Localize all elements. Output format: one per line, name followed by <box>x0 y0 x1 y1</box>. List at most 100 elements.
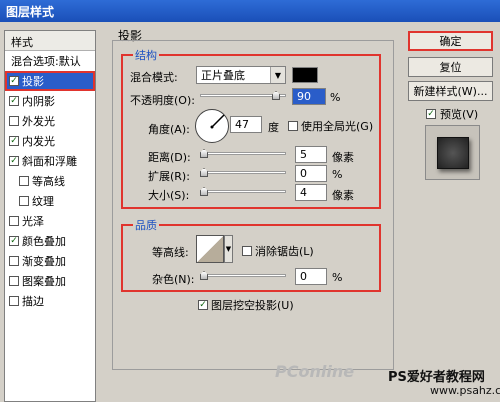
sidebar-item-label: 渐变叠加 <box>22 255 66 268</box>
distance-label: 距离(D): <box>148 151 191 164</box>
size-input[interactable]: 4 <box>295 184 327 201</box>
size-unit: 像素 <box>332 189 354 202</box>
drop-shadow-checkbox[interactable]: ✓ <box>9 76 19 86</box>
sidebar-item-gradient-overlay[interactable]: 渐变叠加 <box>5 251 95 271</box>
sidebar-item-inner-shadow[interactable]: ✓ 内阴影 <box>5 91 95 111</box>
ok-button[interactable]: 确定 <box>408 31 493 51</box>
opacity-input[interactable]: 90 <box>292 88 326 105</box>
knockout-checkbox[interactable]: ✓ <box>198 300 208 310</box>
angle-dial[interactable] <box>195 109 229 143</box>
quality-legend: 品质 <box>133 217 159 233</box>
sidebar-item-label: 斜面和浮雕 <box>22 155 77 168</box>
sidebar-item-outer-glow[interactable]: 外发光 <box>5 111 95 131</box>
sidebar-item-label: 描边 <box>22 295 44 308</box>
antialias-option[interactable]: 消除锯齿(L) <box>242 243 314 259</box>
sidebar-item-color-overlay[interactable]: ✓ 颜色叠加 <box>5 231 95 251</box>
angle-label: 角度(A): <box>148 123 190 136</box>
noise-slider-track <box>200 274 286 277</box>
global-light-option[interactable]: 使用全局光(G) <box>288 118 373 134</box>
sidebar-item-stroke[interactable]: 描边 <box>5 291 95 311</box>
sidebar-item-label: 投影 <box>22 75 44 88</box>
distance-slider[interactable] <box>200 146 288 160</box>
texture-checkbox[interactable] <box>19 196 29 206</box>
sidebar-item-label: 图案叠加 <box>22 275 66 288</box>
contour-label: 等高线: <box>152 246 189 259</box>
opacity-slider[interactable] <box>200 88 288 102</box>
inner-shadow-checkbox[interactable]: ✓ <box>9 96 19 106</box>
distance-unit: 像素 <box>332 151 354 164</box>
antialias-label: 消除锯齿(L) <box>255 245 314 258</box>
angle-needle-icon <box>210 114 225 129</box>
preview-thumbnail <box>436 136 469 169</box>
knockout-option[interactable]: ✓ 图层挖空投影(U) <box>198 297 294 313</box>
spread-slider-track <box>200 171 286 174</box>
contour-picker[interactable] <box>196 235 224 263</box>
sidebar-item-label: 内阴影 <box>22 95 55 108</box>
spread-label: 扩展(R): <box>148 170 190 183</box>
sidebar-item-satin[interactable]: 光泽 <box>5 211 95 231</box>
distance-input[interactable]: 5 <box>295 146 327 163</box>
antialias-checkbox[interactable] <box>242 246 252 256</box>
preview-label: 预览(V) <box>440 108 479 121</box>
sidebar-item-label: 等高线 <box>32 175 65 188</box>
bevel-emboss-checkbox[interactable]: ✓ <box>9 156 19 166</box>
sidebar-item-label: 内发光 <box>22 135 55 148</box>
styles-sidebar: 样式 混合选项:默认 ✓ 投影 ✓ 内阴影 外发光 ✓ 内发光 ✓ 斜面和浮雕 … <box>4 30 96 402</box>
new-style-button[interactable]: 新建样式(W)... <box>408 81 493 101</box>
noise-slider-thumb[interactable] <box>200 271 208 280</box>
blend-mode-label: 混合模式: <box>130 71 178 84</box>
size-slider-track <box>200 190 286 193</box>
sidebar-item-label: 纹理 <box>32 195 54 208</box>
noise-slider[interactable] <box>200 268 288 282</box>
gradient-overlay-checkbox[interactable] <box>9 256 19 266</box>
angle-input[interactable]: 47 <box>230 116 262 133</box>
sidebar-item-texture[interactable]: 纹理 <box>5 191 95 211</box>
distance-slider-thumb[interactable] <box>200 149 208 158</box>
blend-mode-value: 正片叠底 <box>201 69 245 82</box>
noise-label: 杂色(N): <box>152 273 195 286</box>
sidebar-item-blending-options[interactable]: 混合选项:默认 <box>5 51 95 71</box>
sidebar-header: 样式 <box>5 31 95 51</box>
outer-glow-checkbox[interactable] <box>9 116 19 126</box>
pattern-overlay-checkbox[interactable] <box>9 276 19 286</box>
sidebar-item-bevel-emboss[interactable]: ✓ 斜面和浮雕 <box>5 151 95 171</box>
inner-glow-checkbox[interactable]: ✓ <box>9 136 19 146</box>
title-bar: 图层样式 <box>0 0 500 22</box>
sidebar-item-label: 光泽 <box>22 215 44 228</box>
preview-checkbox[interactable]: ✓ <box>426 109 436 119</box>
sidebar-item-contour[interactable]: 等高线 <box>5 171 95 191</box>
pconline-watermark: PConline <box>275 362 355 381</box>
noise-input[interactable]: 0 <box>295 268 327 285</box>
size-label: 大小(S): <box>148 189 190 202</box>
satin-checkbox[interactable] <box>9 216 19 226</box>
preview-option[interactable]: ✓ 预览(V) <box>426 106 478 122</box>
sidebar-item-pattern-overlay[interactable]: 图案叠加 <box>5 271 95 291</box>
stroke-checkbox[interactable] <box>9 296 19 306</box>
shadow-color-swatch[interactable] <box>292 67 318 83</box>
window-title: 图层样式 <box>6 5 55 19</box>
site-watermark: PS爱好者教程网 <box>388 370 485 385</box>
opacity-unit: % <box>330 91 341 104</box>
size-slider[interactable] <box>200 184 288 198</box>
style-preview <box>425 125 480 180</box>
blend-mode-select[interactable]: 正片叠底 ▼ <box>196 66 286 84</box>
global-light-checkbox[interactable] <box>288 121 298 131</box>
color-overlay-checkbox[interactable]: ✓ <box>9 236 19 246</box>
reset-button[interactable]: 复位 <box>408 57 493 77</box>
contour-checkbox[interactable] <box>19 176 29 186</box>
spread-slider[interactable] <box>200 165 288 179</box>
spread-input[interactable]: 0 <box>295 165 327 182</box>
structure-legend: 结构 <box>133 47 159 63</box>
opacity-slider-thumb[interactable] <box>272 91 280 100</box>
contour-dropdown-arrow[interactable]: ▼ <box>224 235 233 263</box>
sidebar-item-label: 外发光 <box>22 115 55 128</box>
spread-slider-thumb[interactable] <box>200 168 208 177</box>
global-light-label: 使用全局光(G) <box>301 120 374 133</box>
sidebar-item-inner-glow[interactable]: ✓ 内发光 <box>5 131 95 151</box>
site-url-watermark: www.psahz.com <box>430 384 500 397</box>
size-slider-thumb[interactable] <box>200 187 208 196</box>
knockout-label: 图层挖空投影(U) <box>211 299 294 312</box>
angle-unit: 度 <box>268 121 279 134</box>
distance-slider-track <box>200 152 286 155</box>
sidebar-item-drop-shadow[interactable]: ✓ 投影 <box>5 71 95 91</box>
